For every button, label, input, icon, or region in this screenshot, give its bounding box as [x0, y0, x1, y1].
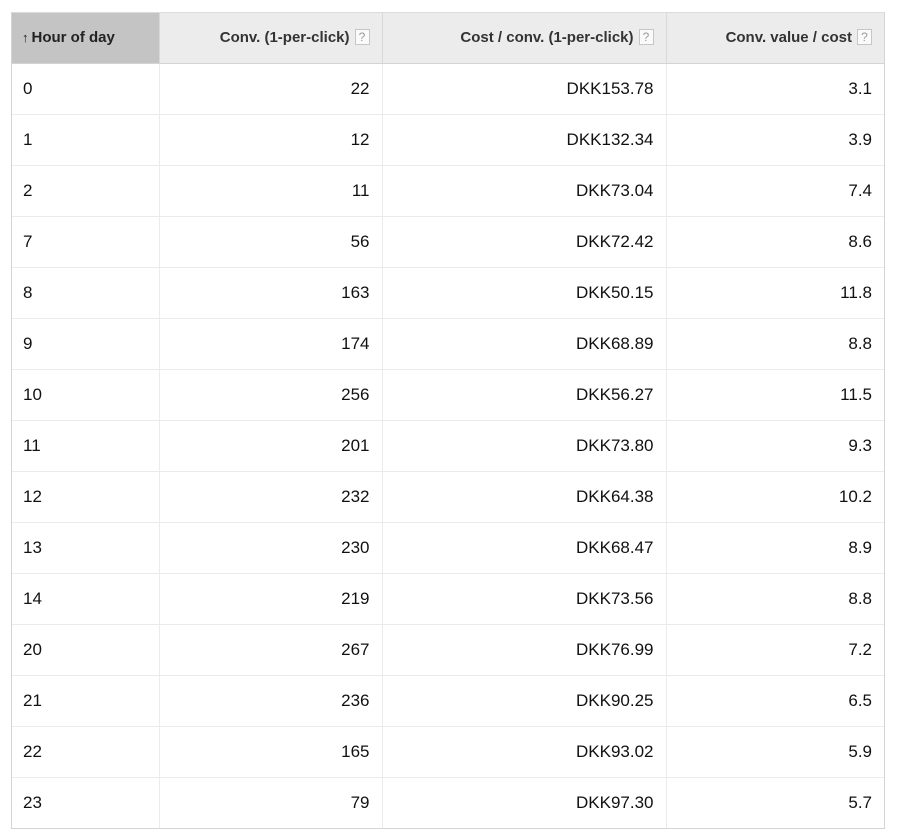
cell-conv-value-per-cost: 5.9 — [666, 726, 884, 778]
table-row: 13 230 DKK68.47 8.9 — [12, 522, 884, 574]
cell-hour: 23 — [12, 777, 160, 828]
cell-conv-value-per-cost: 5.7 — [848, 792, 872, 812]
table-row: 20 267 DKK76.99 7.2 — [12, 624, 884, 676]
cell-conv-value-per-cost: 10.2 — [666, 471, 884, 523]
column-header-cost-per-conversion[interactable]: Cost / conv. (1-per-click)? — [382, 13, 667, 64]
table-row: 21 236 DKK90.25 6.5 — [12, 675, 884, 727]
hour-of-day-report-table: ↑ Hour of day Conv. (1-per-click)? Cost /… — [11, 12, 885, 829]
cell-hour: 11 — [12, 420, 160, 472]
cell-cost-per-conversion: DKK73.04 — [382, 165, 667, 217]
cell-hour: 22 — [12, 726, 160, 778]
cell-conv-value-per-cost: 8.8 — [666, 318, 884, 370]
table-row: 14 219 DKK73.56 8.8 — [12, 573, 884, 625]
column-header-label: Conv. (1-per-click) — [219, 29, 350, 47]
column-header-conversions[interactable]: Conv. (1-per-click)? — [159, 13, 383, 64]
arrow-up-icon: ↑ — [22, 30, 29, 46]
table-row: 11 201 DKK73.80 9.3 — [12, 420, 884, 472]
cell-conv-value-per-cost: 7.2 — [666, 624, 884, 676]
cell-conversions: 165 — [159, 726, 383, 778]
cell-hour: 0 — [12, 63, 160, 115]
cell-conversions: 22 — [159, 63, 383, 115]
cell-conversions: 56 — [159, 216, 383, 268]
cell-conv-value-per-cost: 8.6 — [666, 216, 884, 268]
cell-cost-per-conversion: DKK64.38 — [382, 471, 667, 523]
table-row: 12 232 DKK64.38 10.2 — [12, 471, 884, 523]
cell-conversions: 12 — [159, 114, 383, 166]
cell-cost-per-conversion: DKK132.34 — [382, 114, 667, 166]
table-row: 23 79 DKK97.30 5.7 — [12, 777, 884, 828]
cell-hour: 7 — [12, 216, 160, 268]
cell-hour: 10 — [12, 369, 160, 421]
table-row: 7 56 DKK72.42 8.6 — [12, 216, 884, 268]
cell-hour: 1 — [12, 114, 160, 166]
cell-conv-value-per-cost: 3.9 — [666, 114, 884, 166]
cell-cost-per-conversion: DKK73.80 — [382, 420, 667, 472]
table-row: 2 11 DKK73.04 7.4 — [12, 165, 884, 217]
cell-cost-per-conversion: DKK97.30 — [382, 777, 667, 828]
cell-cost-per-conversion: DKK73.56 — [382, 573, 667, 625]
help-icon[interactable]: ? — [857, 29, 872, 46]
cell-hour: 12 — [12, 471, 160, 523]
help-icon[interactable]: ? — [354, 29, 370, 46]
table-row: 9 174 DKK68.89 8.8 — [12, 318, 884, 370]
cell-conv-value-per-cost: 8.8 — [666, 573, 884, 625]
cell-conversions: 79 — [159, 777, 383, 828]
cell-conversions: 219 — [159, 573, 383, 625]
cell-cost-per-conversion: DKK153.78 — [382, 63, 667, 115]
cell-hour: 21 — [12, 675, 160, 727]
cell-conv-value-per-cost: 3.1 — [666, 63, 884, 115]
cell-hour: 14 — [12, 573, 160, 625]
cell-hour: 8 — [12, 267, 160, 319]
cell-hour: 20 — [12, 624, 160, 676]
cell-conv-value-per-cost: 9.3 — [666, 420, 884, 472]
cell-conv-value-per-cost: 11.8 — [666, 267, 884, 319]
header-row: ↑ Hour of day Conv. (1-per-click)? Cost /… — [12, 13, 884, 64]
table-body: 0 22 DKK153.78 3.1 1 12 DKK132.34 3.9 2 11 DKK73.0… — [12, 63, 884, 828]
table-row: 10 256 DKK56.27 11.5 — [12, 369, 884, 421]
cell-hour: 13 — [12, 522, 160, 574]
cell-hour: 9 — [12, 318, 160, 370]
cell-conv-value-per-cost: 7.4 — [666, 165, 884, 217]
cell-conversions: 11 — [159, 165, 383, 217]
cell-conversions: 230 — [159, 522, 383, 574]
table-row: 0 22 DKK153.78 3.1 — [12, 63, 884, 115]
cell-conversions: 267 — [159, 624, 383, 676]
column-header-conv-value-per-cost[interactable]: Conv. value / cost? — [666, 13, 884, 64]
cell-hour: 2 — [12, 165, 160, 217]
cell-cost-per-conversion: DKK50.15 — [382, 267, 667, 319]
cell-conv-value-per-cost: 8.9 — [666, 522, 884, 574]
cell-conversions: 163 — [159, 267, 383, 319]
cell-conversions: 236 — [159, 675, 383, 727]
cell-cost-per-conversion: DKK93.02 — [382, 726, 667, 778]
cell-conversions: 174 — [159, 318, 383, 370]
cell-cost-per-conversion: DKK90.25 — [382, 675, 667, 727]
cell-conversions: 201 — [159, 420, 383, 472]
data-table: ↑ Hour of day Conv. (1-per-click)? Cost /… — [12, 13, 884, 828]
table-row: 8 163 DKK50.15 11.8 — [12, 267, 884, 319]
column-header-label: Hour of day — [31, 29, 115, 47]
cell-cost-per-conversion: DKK72.42 — [382, 216, 667, 268]
cell-cost-per-conversion: DKK76.99 — [382, 624, 667, 676]
cell-cost-per-conversion: DKK56.27 — [382, 369, 667, 421]
column-header-hour-of-day[interactable]: ↑ Hour of day — [12, 13, 160, 64]
cell-conv-value-per-cost: 11.5 — [666, 369, 884, 421]
table-row: 22 165 DKK93.02 5.9 — [12, 726, 884, 778]
cell-conversions: 256 — [159, 369, 383, 421]
help-icon[interactable]: ? — [638, 29, 654, 46]
cell-cost-per-conversion: DKK68.89 — [382, 318, 667, 370]
cell-conversions: 232 — [159, 471, 383, 523]
column-header-label: Cost / conv. (1-per-click) — [460, 29, 634, 47]
cell-conv-value-per-cost: 6.5 — [666, 675, 884, 727]
table-row: 1 12 DKK132.34 3.9 — [12, 114, 884, 166]
column-header-label: Conv. value / cost — [725, 29, 852, 47]
cell-cost-per-conversion: DKK68.47 — [382, 522, 667, 574]
